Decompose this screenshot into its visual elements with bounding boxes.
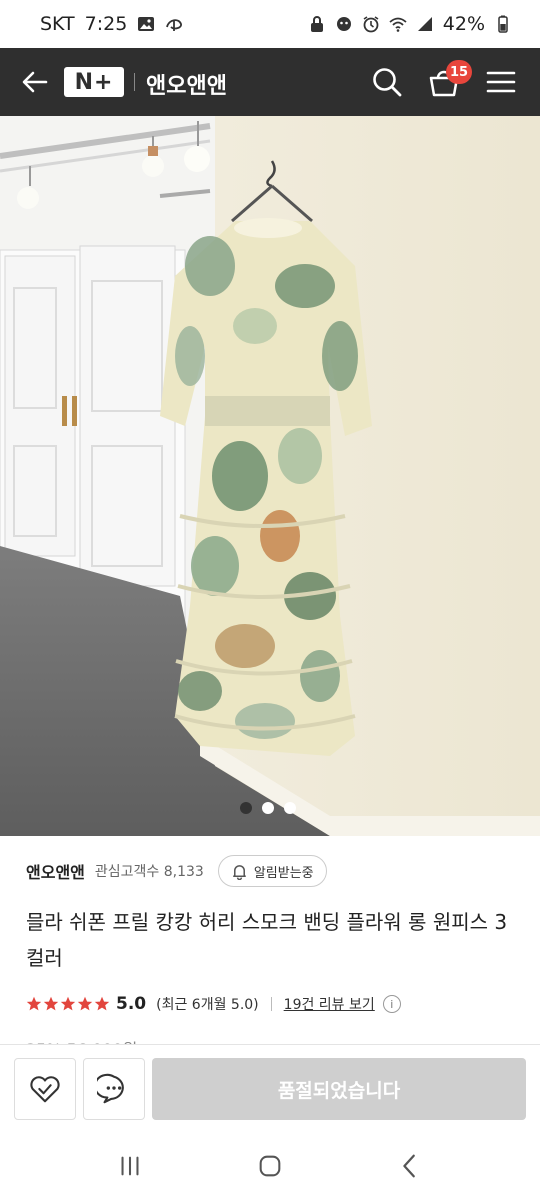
menu-button[interactable]	[482, 63, 520, 101]
lock-icon	[308, 15, 326, 33]
star-icon	[26, 996, 42, 1011]
star-icon	[77, 996, 93, 1011]
back-nav-button[interactable]	[388, 1144, 432, 1188]
arrow-left-icon	[22, 71, 48, 93]
product-image[interactable]	[0, 116, 540, 836]
header-store-name[interactable]: 앤오앤앤	[146, 68, 227, 100]
star-icon	[60, 996, 76, 1011]
back-button[interactable]	[18, 65, 52, 99]
pagination-dot[interactable]	[262, 802, 274, 814]
bell-icon	[232, 864, 246, 880]
notify-label: 알림받는중	[253, 865, 314, 881]
rating-value: 5.0	[116, 994, 147, 1014]
soldout-button[interactable]: 품절되었습니다	[152, 1058, 526, 1120]
pagination-dot[interactable]	[240, 802, 252, 814]
review-link[interactable]: 19건 리뷰 보기	[284, 994, 375, 1014]
hamburger-icon	[486, 71, 516, 93]
cart-count-badge: 15	[446, 60, 472, 84]
rating-row: 5.0 (최근 6개월 5.0) 19건 리뷰 보기 i	[26, 990, 520, 1018]
battery-level: 42%	[442, 13, 485, 35]
search-icon	[373, 68, 402, 97]
wishlist-button[interactable]	[14, 1058, 76, 1120]
purchase-bar: 품절되었습니다	[0, 1044, 540, 1132]
product-title: 믈라 쉬폰 프릴 캉캉 허리 스모크 밴딩 플라워 롱 원피스 3컬러	[26, 910, 508, 970]
talktalk-button[interactable]	[83, 1058, 145, 1120]
header-divider	[134, 73, 135, 91]
heart-check-icon	[30, 1076, 60, 1103]
star-icon	[43, 996, 59, 1011]
naver-plus-logo[interactable]: N+	[64, 67, 124, 97]
pagination-dot[interactable]	[284, 802, 296, 814]
carrier: SKT	[40, 13, 75, 35]
rating-stars	[26, 996, 110, 1012]
recent-rating: (최근 6개월 5.0)	[156, 997, 259, 1013]
system-nav-bar	[0, 1132, 540, 1200]
dress-photo	[0, 116, 540, 836]
notify-button[interactable]: 알림받는중	[217, 855, 327, 887]
store-info: 앤오앤앤 관심고객수 8,133 알림받는중	[26, 854, 520, 888]
alarm-icon	[362, 15, 380, 33]
chat-bubble-icon	[97, 1073, 124, 1104]
image-pagination	[240, 802, 296, 814]
wifi-icon	[389, 15, 407, 33]
recents-button[interactable]	[108, 1144, 152, 1188]
search-button[interactable]	[368, 63, 406, 101]
status-bar: SKT 7:25 42%	[0, 0, 540, 48]
divider	[270, 997, 272, 1011]
interest-count: 관심고객수 8,133	[94, 864, 204, 880]
home-button[interactable]	[248, 1144, 292, 1188]
recents-icon	[121, 1156, 139, 1176]
clock: 7:25	[84, 13, 128, 35]
robot-icon	[335, 15, 353, 33]
info-icon[interactable]: i	[382, 995, 401, 1013]
gallery-icon	[137, 15, 155, 33]
star-icon	[94, 996, 110, 1011]
disney-icon	[165, 15, 183, 33]
home-icon	[259, 1155, 281, 1177]
store-name-link[interactable]: 앤오앤앤	[26, 859, 85, 883]
battery-icon	[494, 15, 512, 33]
signal-icon	[416, 15, 434, 33]
chevron-left-icon	[403, 1154, 415, 1178]
